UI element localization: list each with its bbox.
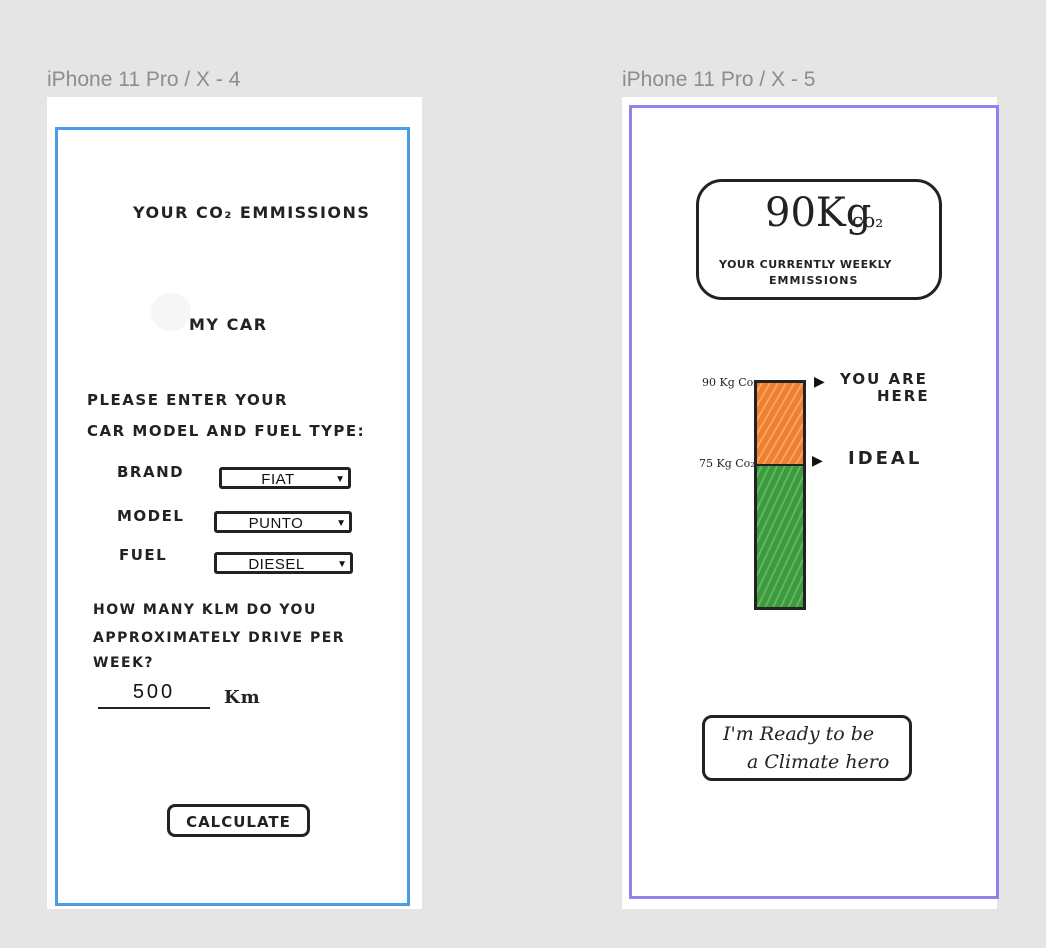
km-unit-label: Km [224, 687, 261, 708]
chevron-down-icon: ▼ [335, 474, 345, 485]
climate-hero-button[interactable]: I'm Ready to be a Climate hero [702, 715, 912, 781]
fuel-dropdown[interactable]: DIESEL ▼ [214, 552, 353, 574]
emission-card: 90Kg co₂ YOUR CURRENTLY WEEKLY EMMISSION… [696, 179, 942, 300]
model-value: PUNTO [248, 515, 304, 532]
chevron-down-icon: ▼ [337, 559, 347, 570]
brand-dropdown[interactable]: FIAT ▼ [219, 467, 351, 489]
gauge-over-segment [757, 383, 803, 466]
play-arrow-icon: ▶ [812, 452, 823, 468]
model-label: MODEL [117, 507, 185, 525]
model-dropdown[interactable]: PUNTO ▼ [214, 511, 352, 533]
frame-label-x4: iPhone 11 Pro / X - 4 [47, 68, 241, 91]
emission-gauge [754, 380, 806, 610]
gauge-mid-label: 75 Kg Co₂ [699, 457, 755, 470]
question-line-3: WEEK? [93, 655, 155, 671]
instruction-line-2: CAR MODEL AND FUEL TYPE: [87, 422, 366, 440]
brand-value: FIAT [261, 471, 295, 488]
chevron-down-icon: ▼ [336, 518, 346, 529]
fuel-value: DIESEL [248, 556, 305, 573]
hero-button-line-1: I'm Ready to be [723, 723, 875, 745]
page-title: YOUR CO₂ EMMISSIONS [133, 203, 371, 222]
question-line-2: APPROXIMATELY DRIVE PER [93, 630, 346, 646]
you-are-label-line-2: HERE [877, 387, 930, 405]
calculate-button[interactable]: CALCULATE [167, 804, 310, 837]
km-input-value: 500 [132, 681, 176, 703]
my-car-label: MY CAR [189, 315, 268, 334]
question-line-1: HOW MANY KLM DO YOU [93, 602, 317, 618]
emission-unit: co₂ [852, 208, 884, 232]
gauge-top-label: 90 Kg Co₂ [702, 376, 758, 389]
instruction-line-1: PLEASE ENTER YOUR [87, 391, 289, 409]
emission-caption-line-2: EMMISSIONS [769, 274, 859, 287]
car-image-placeholder [151, 293, 191, 331]
hero-button-line-2: a Climate hero [747, 751, 890, 773]
calculate-button-label: CALCULATE [186, 813, 291, 831]
play-arrow-icon: ▶ [814, 373, 825, 389]
brand-label: BRAND [117, 463, 185, 481]
emission-caption-line-1: YOUR CURRENTLY WEEKLY [719, 258, 892, 271]
frame-label-x5: iPhone 11 Pro / X - 5 [622, 68, 816, 91]
ideal-label: IDEAL [848, 448, 923, 469]
you-are-label-line-1: YOU ARE [840, 370, 928, 388]
gauge-ideal-segment [757, 466, 803, 607]
fuel-label: FUEL [119, 546, 168, 564]
artboard-x5: 90Kg co₂ YOUR CURRENTLY WEEKLY EMMISSION… [622, 97, 999, 909]
artboard-x4: YOUR CO₂ EMMISSIONS MY CAR PLEASE ENTER … [47, 97, 422, 909]
km-input[interactable]: 500 [98, 681, 210, 709]
